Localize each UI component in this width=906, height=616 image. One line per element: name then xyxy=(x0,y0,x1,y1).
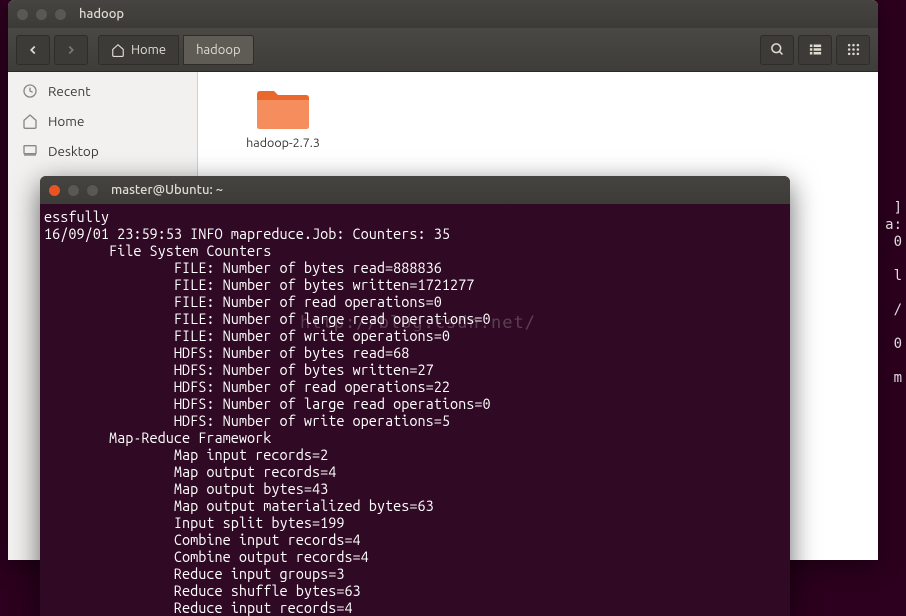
maximize-icon[interactable] xyxy=(54,8,67,21)
breadcrumb-current-label: hadoop xyxy=(196,43,241,57)
sidebar-item-recent[interactable]: Recent xyxy=(8,76,197,106)
close-icon[interactable] xyxy=(16,8,29,21)
fm-titlebar[interactable]: hadoop xyxy=(8,0,878,28)
terminal-output[interactable]: essfully 16/09/01 23:59:53 INFO mapreduc… xyxy=(40,204,790,616)
home-icon xyxy=(111,43,125,57)
folder-label: hadoop-2.7.3 xyxy=(246,136,320,150)
bg-fragment: l xyxy=(894,268,902,284)
folder-icon xyxy=(255,88,311,132)
search-icon xyxy=(770,42,785,57)
terminal-window: master@Ubuntu: ~ essfully 16/09/01 23:59… xyxy=(40,176,790,616)
list-view-button[interactable] xyxy=(798,35,832,65)
window-title: hadoop xyxy=(79,7,124,21)
bg-fragment: 0 xyxy=(894,336,902,352)
home-icon xyxy=(22,113,38,129)
sidebar-item-label: Recent xyxy=(48,83,91,99)
bg-fragment: ] xyxy=(894,200,902,216)
terminal-title: master@Ubuntu: ~ xyxy=(111,183,223,197)
bg-fragment: a: xyxy=(885,217,902,233)
list-icon xyxy=(808,42,823,57)
desktop-icon xyxy=(22,143,38,159)
back-button[interactable] xyxy=(16,35,50,65)
sidebar-item-label: Home xyxy=(48,113,84,129)
breadcrumb-home[interactable]: Home xyxy=(98,35,179,65)
bg-fragment: / xyxy=(894,302,902,318)
sidebar-item-label: Desktop xyxy=(48,143,99,159)
bg-fragment: m xyxy=(894,370,902,386)
maximize-icon[interactable] xyxy=(86,184,99,197)
clock-icon xyxy=(22,83,38,99)
grid-view-button[interactable] xyxy=(836,35,870,65)
sidebar-item-home[interactable]: Home xyxy=(8,106,197,136)
breadcrumb-current[interactable]: hadoop xyxy=(183,35,254,65)
folder-item[interactable]: hadoop-2.7.3 xyxy=(228,88,338,150)
fm-toolbar: Home hadoop xyxy=(8,28,878,72)
minimize-icon[interactable] xyxy=(35,8,48,21)
breadcrumb-home-label: Home xyxy=(131,43,166,57)
forward-button[interactable] xyxy=(54,35,88,65)
minimize-icon[interactable] xyxy=(67,184,80,197)
bg-fragment: 0 xyxy=(894,234,902,250)
sidebar-item-desktop[interactable]: Desktop xyxy=(8,136,197,166)
close-icon[interactable] xyxy=(48,184,61,197)
term-titlebar[interactable]: master@Ubuntu: ~ xyxy=(40,176,790,204)
grid-icon xyxy=(846,42,861,57)
search-button[interactable] xyxy=(760,35,794,65)
